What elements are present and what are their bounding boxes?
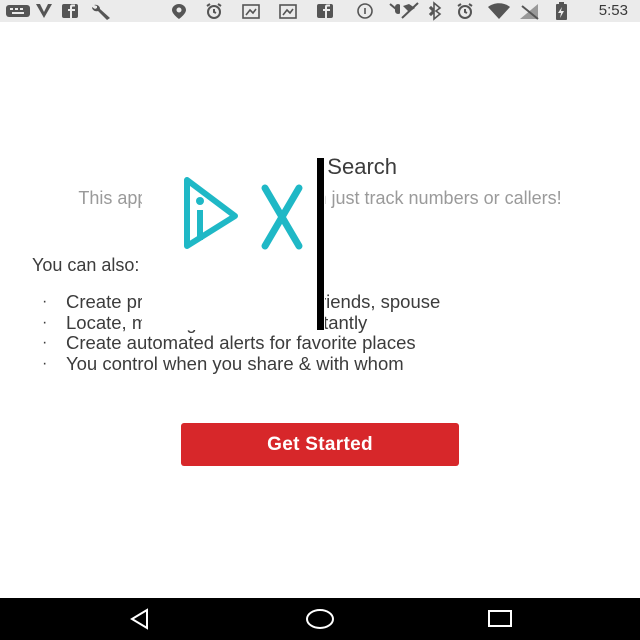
clock: 5:53 (598, 2, 628, 19)
back-button[interactable] (110, 598, 170, 640)
info-icon (357, 3, 373, 19)
bullet-icon: · (42, 313, 48, 331)
wrench-icon (92, 4, 110, 21)
close-icon[interactable] (261, 184, 303, 250)
bullet-icon: · (42, 334, 48, 351)
no-mic-icon (401, 2, 419, 19)
ad-overlay (142, 158, 325, 330)
nav-bar (0, 598, 640, 640)
list-item: · Create automated alerts for favorite pl… (42, 332, 612, 354)
alarm-icon (457, 3, 473, 19)
location-pin-icon (172, 4, 186, 19)
get-started-button[interactable]: Get Started (181, 423, 459, 466)
bullet-icon: · (42, 293, 48, 310)
recents-button[interactable] (470, 598, 530, 640)
feature-list: ·Create private groups to track friends,… (42, 291, 612, 375)
battery-charging-icon (556, 2, 567, 20)
status-bar-icons (6, 3, 400, 21)
wifi-icon (488, 3, 510, 19)
ad-controls (184, 177, 303, 250)
image-icon (279, 4, 297, 19)
feature-text: Create automated alerts for favorite pla… (66, 332, 416, 353)
home-icon (306, 609, 334, 629)
alarm-icon (206, 3, 222, 19)
back-icon (130, 608, 148, 630)
bluetooth-icon (428, 1, 442, 21)
list-item: ·Create private groups to track friends,… (42, 291, 612, 313)
adchoices-icon[interactable] (184, 177, 238, 249)
feature-text: You control when you share & with whom (66, 352, 404, 374)
no-signal-icon (520, 4, 539, 20)
keyboard-icon (6, 5, 30, 17)
bullet-icon: · (42, 354, 48, 372)
facebook-icon (317, 4, 333, 18)
image-icon (242, 4, 260, 19)
intro-text: You can also: (32, 255, 140, 275)
list-item: ·Locate, message & connect instantly (42, 312, 612, 334)
status-bar: 5:53 (0, 0, 640, 22)
list-item: · You control when you share & with whom (42, 352, 612, 375)
home-button[interactable] (290, 598, 350, 640)
recents-icon (488, 610, 512, 627)
v-logo-icon (36, 4, 52, 18)
no-mic-icon (389, 3, 400, 14)
ad-border (317, 158, 324, 330)
facebook-icon (62, 4, 78, 18)
